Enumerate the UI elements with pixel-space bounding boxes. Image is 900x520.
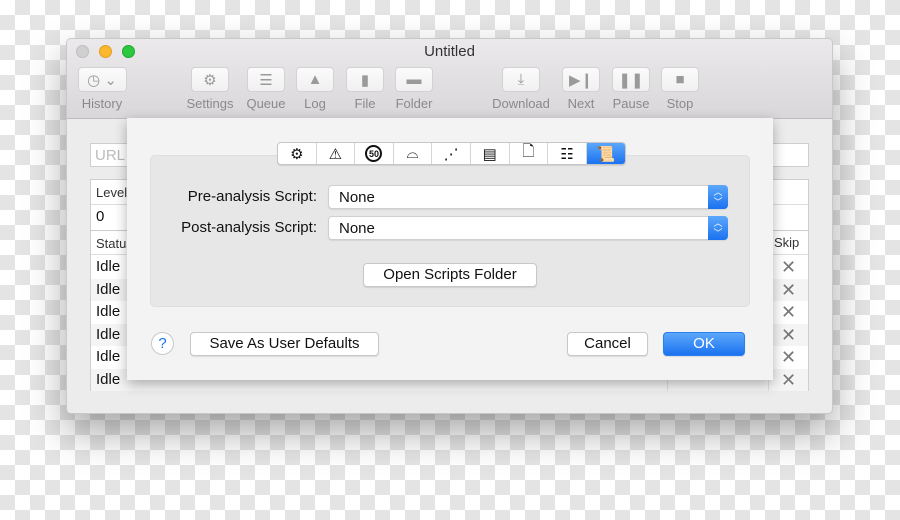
status-cell: Idle	[96, 370, 121, 388]
tab-bell-icon[interactable]: ⌓	[394, 143, 433, 164]
warning-icon: ▲	[307, 71, 323, 88]
status-cell: Idle	[96, 258, 121, 275]
skip-x-icon[interactable]: ✕	[768, 278, 808, 301]
pre-analysis-select[interactable]: None ︿ ﹀	[328, 185, 728, 209]
file-icon: ▮	[360, 71, 370, 89]
post-analysis-value: None	[339, 220, 375, 237]
speed-limit-icon: 50	[365, 145, 383, 162]
graph-icon: ⋰	[443, 145, 459, 163]
post-analysis-label: Post-analysis Script:	[181, 219, 317, 236]
open-scripts-folder-button[interactable]: Open Scripts Folder	[363, 263, 537, 287]
cancel-button[interactable]: Cancel	[567, 332, 648, 356]
form-icon: ▤	[482, 145, 497, 163]
toolbar-file-button[interactable]: ▮	[346, 67, 384, 92]
tab-graph-icon[interactable]: ⋰	[432, 143, 471, 164]
toolbar-history-label: History	[81, 96, 123, 111]
status-cell: Idle	[96, 348, 121, 365]
settings-sheet: ⚙ ⚠ 50 ⌓ ⋰ ▤ 🗋 ☷ 📜 Pre-analysis Script: None ︿ ﹀ P…	[127, 118, 773, 380]
download-icon: ⤓	[517, 71, 525, 88]
status-cell: Idle	[96, 303, 121, 320]
bell-icon: ⌓	[406, 145, 419, 162]
status-cell: Idle	[96, 325, 121, 343]
skip-x-icon[interactable]: ✕	[768, 368, 808, 391]
toolbar-settings-button[interactable]: ⚙	[191, 67, 229, 92]
toolbar-pause-button[interactable]: ❚❚	[612, 67, 650, 92]
post-analysis-select[interactable]: None ︿ ﹀	[328, 216, 728, 240]
warning-icon: ⚠	[328, 145, 343, 163]
toolbar-history-button[interactable]: ◷ ⌄	[77, 67, 127, 92]
next-icon: ▶❙	[568, 71, 594, 89]
skip-x-icon[interactable]: ✕	[768, 323, 808, 346]
skip-x-icon[interactable]: ✕	[768, 346, 808, 368]
pre-analysis-label: Pre-analysis Script:	[187, 188, 317, 205]
toolbar-folder-label: Folder	[395, 96, 433, 111]
toolbar-download-button[interactable]: ⤓	[502, 67, 540, 92]
titlebar: Untitled ◷ ⌄ History ⚙ Settings ☰ Queue ▲ Log ▮ F…	[67, 39, 832, 119]
toolbar-next-button[interactable]: ▶❙	[562, 67, 600, 92]
level-value: 0	[96, 208, 105, 225]
sliders-icon: ☷	[560, 145, 574, 163]
toolbar-stop-label: Stop	[666, 96, 694, 111]
clock-icon: ◷ ⌄	[87, 71, 117, 89]
tab-sliders-icon[interactable]: ☷	[548, 143, 587, 164]
ok-button[interactable]: OK	[663, 332, 745, 356]
pause-icon: ❚❚	[618, 71, 644, 89]
chevron-updown-icon: ︿ ﹀	[708, 216, 728, 240]
tab-gear-icon[interactable]: ⚙	[278, 143, 317, 164]
toolbar-stop-button[interactable]: ■	[661, 67, 699, 92]
toolbar-folder-button[interactable]: ▬	[395, 67, 433, 92]
tab-form-icon[interactable]: ▤	[471, 143, 510, 164]
save-user-defaults-button[interactable]: Save As User Defaults	[190, 332, 379, 356]
tab-script-icon[interactable]: 📜	[586, 143, 626, 164]
tab-warning-icon[interactable]: ⚠	[317, 143, 356, 164]
window-title: Untitled	[424, 43, 475, 60]
gear-icon: ⚙	[203, 71, 217, 89]
document-icon: 🗋	[522, 143, 535, 160]
folder-icon: ▬	[406, 71, 422, 88]
chevron-updown-icon: ︿ ﹀	[708, 185, 728, 209]
toolbar-queue-button[interactable]: ☰	[247, 67, 285, 92]
toolbar-log-button[interactable]: ▲	[296, 67, 334, 92]
skip-x-icon[interactable]: ✕	[768, 301, 808, 323]
help-button[interactable]: ?	[151, 332, 174, 355]
pre-analysis-value: None	[339, 189, 375, 206]
tab-document-icon[interactable]: 🗋	[510, 143, 549, 164]
gear-icon: ⚙	[290, 145, 304, 163]
skip-x-icon[interactable]: ✕	[768, 256, 808, 278]
status-cell: Idle	[96, 280, 121, 298]
script-icon: 📜	[596, 145, 616, 163]
stop-icon: ■	[675, 71, 685, 88]
tab-speed-limit-icon[interactable]: 50	[355, 143, 394, 164]
settings-tabs: ⚙ ⚠ 50 ⌓ ⋰ ▤ 🗋 ☷ 📜	[277, 142, 627, 165]
list-icon: ☰	[259, 71, 273, 89]
